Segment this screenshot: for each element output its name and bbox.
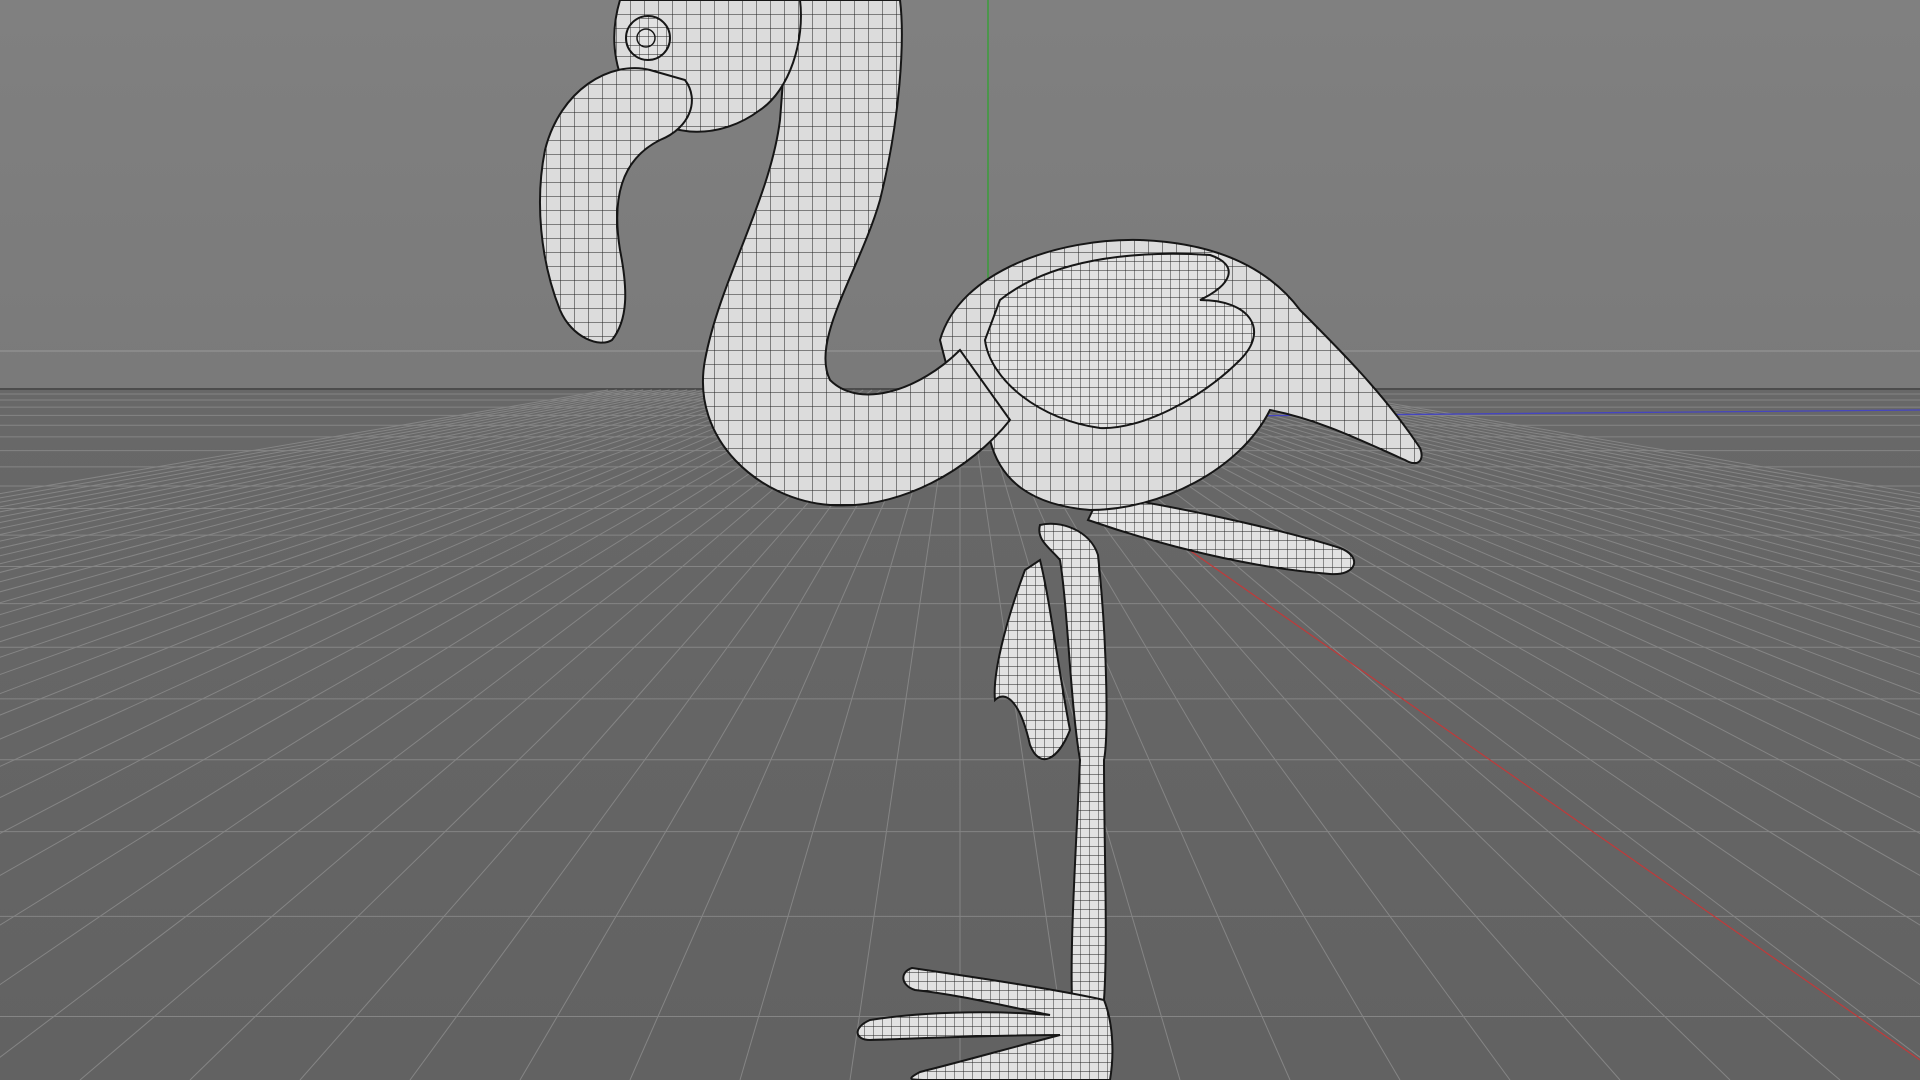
flamingo-eye <box>625 15 671 61</box>
viewport-canvas[interactable] <box>0 0 1920 1080</box>
3d-viewport[interactable] <box>0 0 1920 1080</box>
